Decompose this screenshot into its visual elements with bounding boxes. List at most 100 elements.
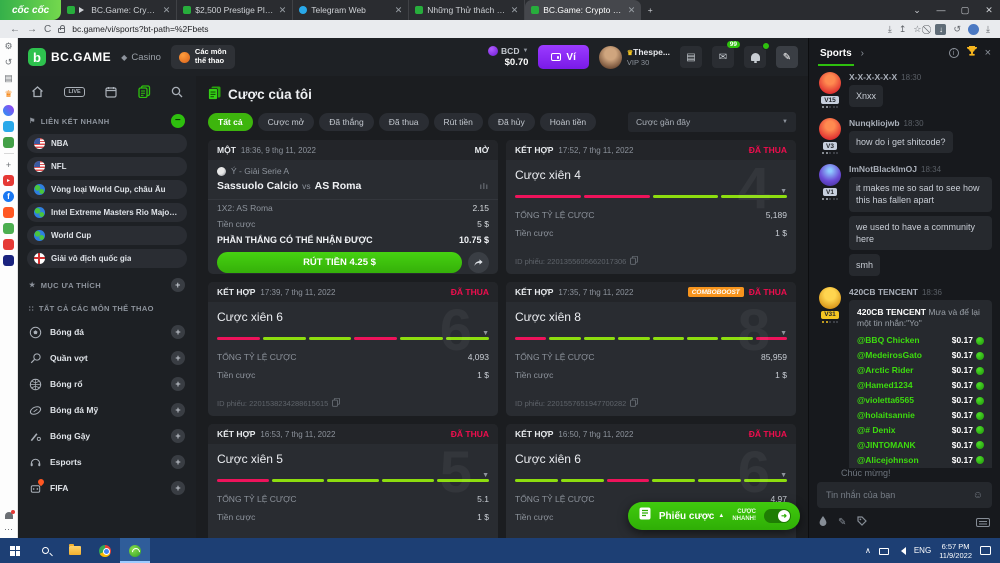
- facebook-icon[interactable]: f: [3, 191, 14, 202]
- mfv-icon[interactable]: [3, 255, 14, 266]
- youtube-icon[interactable]: ▸: [3, 175, 14, 186]
- filter-pill[interactable]: Tất cả: [208, 113, 253, 131]
- expand-sport-button[interactable]: +: [171, 351, 185, 365]
- quick-link-item[interactable]: NBA: [27, 134, 187, 153]
- url-text[interactable]: bc.game/vi/sports?bt-path=%2Fbets: [72, 24, 881, 34]
- bcgame-logo[interactable]: b BC.GAME: [28, 48, 111, 66]
- expand-sport-button[interactable]: +: [171, 429, 185, 443]
- expand-sport-button[interactable]: +: [171, 481, 185, 495]
- search-icon[interactable]: [171, 86, 183, 98]
- expand-caret-icon[interactable]: ▼: [482, 330, 489, 337]
- filter-pill[interactable]: Đã thua: [379, 113, 429, 131]
- expand-sport-button[interactable]: +: [171, 325, 185, 339]
- filter-pill[interactable]: Cược mở: [258, 113, 315, 131]
- language-indicator[interactable]: ENG: [914, 546, 931, 555]
- download-active-icon[interactable]: ↓: [935, 24, 946, 35]
- chat-username[interactable]: ImNotBlackImOJ: [849, 164, 917, 174]
- browser-tab[interactable]: BC.Game: Crypto Casino Gan ✕: [525, 0, 641, 20]
- browser-tab[interactable]: Telegram Web ✕: [293, 0, 409, 20]
- rain-recipient-name[interactable]: @violetta6565: [857, 395, 914, 406]
- back-icon[interactable]: ←: [10, 24, 20, 35]
- calendar-icon[interactable]: [105, 86, 117, 98]
- action-center-icon[interactable]: [980, 546, 991, 555]
- nav-casino[interactable]: ◆ Casino: [121, 52, 161, 63]
- coccoc-button[interactable]: [120, 538, 150, 563]
- expand-caret-icon[interactable]: ▼: [780, 330, 787, 337]
- bet-card-single[interactable]: MỘT18:36, 9 thg 11, 2022 MỞ Ý - Giải Ser…: [208, 140, 498, 274]
- betslip-button[interactable]: Phiếu cược▲ CƯỢCNHANH! ➜: [628, 502, 800, 530]
- chat-avatar[interactable]: [819, 118, 841, 140]
- home-icon[interactable]: [31, 86, 44, 98]
- chevron-right-icon[interactable]: ›: [861, 48, 864, 59]
- chat-rules-info-icon[interactable]: i: [949, 48, 959, 58]
- new-tab-button[interactable]: +: [641, 0, 659, 20]
- expand-caret-icon[interactable]: ▼: [780, 188, 787, 195]
- feed-icon[interactable]: ▤: [3, 73, 14, 84]
- tab-close-icon[interactable]: ✕: [628, 5, 636, 16]
- chat-room-tab[interactable]: Sports: [818, 41, 854, 66]
- rain-recipient-name[interactable]: @BBQ Chicken: [857, 335, 920, 346]
- wallet-button[interactable]: Ví: [538, 45, 588, 69]
- copy-icon[interactable]: [332, 398, 340, 409]
- zalo-icon[interactable]: [3, 121, 14, 132]
- expand-caret-icon[interactable]: ▼: [482, 472, 489, 479]
- close-button[interactable]: ✕: [978, 5, 1000, 16]
- rain-recipient-name[interactable]: @# Denix: [857, 425, 896, 436]
- rain-recipient-name[interactable]: @JINTOMANK: [857, 440, 916, 451]
- bet-history-button[interactable]: ▤: [680, 46, 702, 68]
- taskbar-search-button[interactable]: [30, 538, 60, 563]
- quick-link-item[interactable]: World Cup: [27, 226, 187, 245]
- start-button[interactable]: [0, 538, 30, 563]
- expand-caret-icon[interactable]: ▼: [780, 472, 787, 479]
- cashout-button[interactable]: RÚT TIỀN 4.25 $: [217, 252, 462, 273]
- sidebar-sport-american-football[interactable]: Bóng đá Mỹ +: [27, 397, 187, 423]
- filter-pill[interactable]: Rút tiền: [434, 113, 483, 131]
- browser-tab[interactable]: BC.Game: Crypto Casino ( ✕: [61, 0, 177, 20]
- file-explorer-button[interactable]: [60, 538, 90, 563]
- rain-recipient-name[interactable]: @Hamed1234: [857, 380, 913, 391]
- share-icon[interactable]: ↥: [899, 24, 907, 35]
- bet-card-combo[interactable]: KẾT HỢP17:52, 7 thg 11, 2022 ĐÃ THUA Cượ…: [506, 140, 796, 274]
- copy-icon[interactable]: [630, 398, 638, 409]
- tab-close-icon[interactable]: ✕: [163, 5, 171, 16]
- copy-icon[interactable]: [630, 256, 638, 267]
- chat-username[interactable]: Nunqkliojwb: [849, 118, 900, 128]
- network-icon[interactable]: [879, 548, 889, 555]
- bet-card-combo[interactable]: KẾT HỢP17:35, 7 thg 11, 2022 COMBOBOOST …: [506, 282, 796, 416]
- notifications-button[interactable]: [744, 46, 766, 68]
- maximize-button[interactable]: ▢: [954, 5, 976, 16]
- tiki-icon[interactable]: [3, 207, 14, 218]
- quick-link-item[interactable]: Vòng loại World Cup, châu Âu: [27, 180, 187, 199]
- browser-tab[interactable]: Những Thử thách Hàng ngà ✕: [409, 0, 525, 20]
- bookmark-star-icon[interactable]: ☆: [913, 24, 921, 35]
- share-bet-button[interactable]: [468, 252, 489, 273]
- profile-avatar-icon[interactable]: [968, 24, 979, 35]
- rain-recipient-name[interactable]: @Arctic Rider: [857, 365, 913, 376]
- chat-avatar[interactable]: [819, 72, 841, 94]
- sidebar-sport-cricket[interactable]: Bóng Gậy +: [27, 423, 187, 449]
- crown-icon[interactable]: ♛: [3, 89, 14, 100]
- live-icon[interactable]: LIVE: [64, 87, 84, 97]
- my-bets-icon[interactable]: [138, 85, 151, 98]
- rain-recipient-name[interactable]: @MedeirosGato: [857, 350, 922, 361]
- forward-icon[interactable]: →: [27, 24, 37, 35]
- chat-username[interactable]: X-X-X-X-X-X: [849, 72, 897, 82]
- quick-link-item[interactable]: Intel Extreme Masters Rio Major 2022: [27, 203, 187, 222]
- filter-pill[interactable]: Hoàn tiền: [540, 113, 596, 131]
- sidebar-sport-fifa[interactable]: FIFA +: [27, 475, 187, 501]
- expand-sport-button[interactable]: +: [171, 377, 185, 391]
- chat-avatar[interactable]: [819, 164, 841, 186]
- chat-rules-icon[interactable]: ✎: [838, 517, 846, 528]
- nav-sports[interactable]: Các mônthể thao: [171, 45, 235, 68]
- reload-icon[interactable]: C: [44, 24, 51, 35]
- emoji-icon[interactable]: ☺: [973, 490, 983, 501]
- chat-input[interactable]: Tin nhắn của bạn ☺: [817, 482, 992, 508]
- save-page-icon[interactable]: ⤓: [888, 24, 892, 35]
- tab-close-icon[interactable]: ✕: [395, 5, 403, 16]
- volume-icon[interactable]: [897, 547, 906, 555]
- sendo-icon[interactable]: [3, 239, 14, 250]
- rain-recipient-name[interactable]: @Alicejohnson: [857, 455, 919, 466]
- chat-toggle-button[interactable]: ✎: [776, 46, 798, 68]
- tab-close-icon[interactable]: ✕: [279, 5, 287, 16]
- more-icon[interactable]: ⋯: [3, 524, 14, 535]
